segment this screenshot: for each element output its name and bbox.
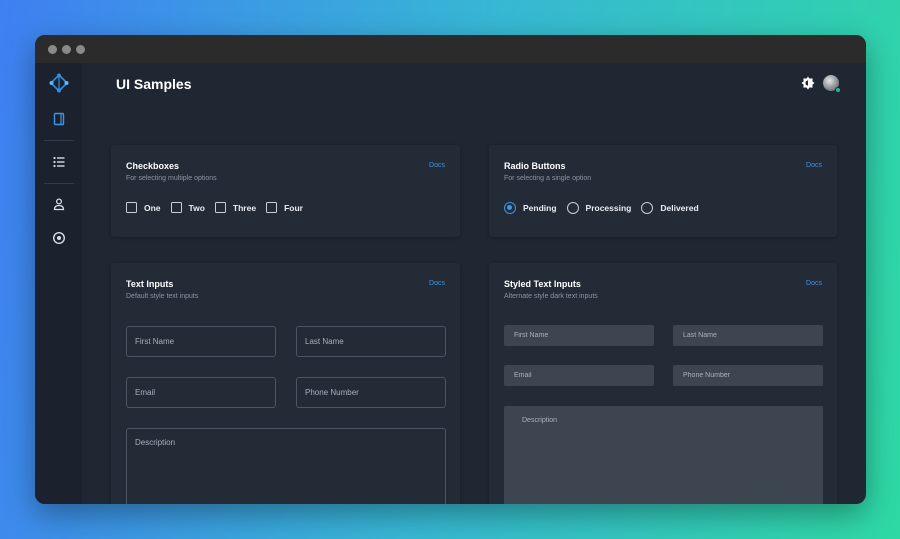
styled-first-name-input[interactable] [504, 325, 654, 346]
logo-icon[interactable] [49, 73, 69, 93]
checkbox-three[interactable]: Three [214, 202, 257, 213]
radio-label: Processing [585, 203, 632, 213]
title-bar [35, 35, 866, 63]
user-icon[interactable] [50, 195, 68, 213]
docs-link[interactable]: Docs [429, 162, 445, 169]
online-status-dot [835, 87, 841, 93]
email-input[interactable] [126, 377, 276, 408]
card-subtitle: For selecting multiple options [126, 175, 217, 182]
styled-description-textarea[interactable] [504, 406, 823, 504]
radio-circle-selected[interactable] [504, 202, 516, 214]
window-maximize-dot[interactable] [76, 44, 85, 54]
window-close-dot[interactable] [48, 44, 57, 54]
card-title: Styled Text Inputs [504, 279, 581, 289]
checkboxes-card: Checkboxes For selecting multiple option… [111, 145, 460, 237]
card-title: Text Inputs [126, 279, 174, 289]
radio-processing[interactable]: Processing [566, 202, 632, 214]
phone-number-input[interactable] [296, 377, 446, 408]
first-name-input[interactable] [126, 326, 276, 357]
radio-group: Pending Processing Delivered [504, 202, 709, 214]
card-title: Radio Buttons [504, 161, 566, 171]
checkbox-label: Two [188, 202, 205, 213]
checkbox-one[interactable]: One [126, 202, 161, 213]
card-subtitle: Alternate style dark text inputs [504, 293, 598, 300]
sidebar-divider [43, 140, 74, 141]
checkbox-group: One Two Three Four [126, 202, 313, 213]
last-name-input[interactable] [296, 326, 446, 357]
app-window: UI Samples Checkboxes For selecting mult… [35, 35, 866, 504]
checkbox-box[interactable] [170, 202, 182, 213]
styled-phone-number-input[interactable] [673, 365, 823, 386]
checkbox-label: Four [284, 202, 303, 213]
card-subtitle: Default style text inputs [126, 293, 199, 300]
docs-link[interactable]: Docs [806, 280, 822, 287]
radio-circle[interactable] [566, 202, 579, 214]
description-textarea[interactable] [126, 428, 446, 504]
checkbox-box[interactable] [214, 202, 226, 213]
docs-link[interactable]: Docs [806, 162, 822, 169]
styled-last-name-input[interactable] [673, 325, 823, 346]
checkbox-four[interactable]: Four [266, 202, 303, 213]
checkbox-box[interactable] [266, 202, 278, 213]
styled-text-inputs-card: Styled Text Inputs Alternate style dark … [489, 263, 837, 504]
checkbox-label: One [144, 202, 161, 213]
text-inputs-card: Text Inputs Default style text inputs Do… [111, 263, 460, 504]
card-title: Checkboxes [126, 161, 180, 171]
window-minimize-dot[interactable] [62, 44, 71, 54]
radio-buttons-card: Radio Buttons For selecting a single opt… [489, 145, 837, 237]
styled-email-input[interactable] [504, 365, 654, 386]
top-actions [801, 75, 841, 93]
list-icon[interactable] [50, 153, 68, 171]
sidebar-divider [43, 183, 74, 184]
avatar[interactable] [823, 75, 841, 93]
sun-gear-icon[interactable] [801, 76, 815, 90]
radio-delivered[interactable]: Delivered [641, 202, 699, 214]
page-title: UI Samples [116, 76, 192, 92]
tablet-icon[interactable] [50, 110, 68, 128]
target-icon[interactable] [50, 229, 68, 247]
checkbox-two[interactable]: Two [170, 202, 205, 213]
radio-circle[interactable] [641, 202, 654, 214]
checkbox-box[interactable] [126, 202, 137, 213]
checkbox-label: Three [232, 202, 257, 213]
card-subtitle: For selecting a single option [504, 175, 592, 182]
docs-link[interactable]: Docs [429, 280, 445, 287]
sidebar [35, 63, 82, 504]
radio-pending[interactable]: Pending [504, 202, 557, 214]
radio-label: Pending [523, 203, 557, 213]
main-content: UI Samples Checkboxes For selecting mult… [82, 63, 866, 504]
radio-label: Delivered [660, 203, 699, 213]
